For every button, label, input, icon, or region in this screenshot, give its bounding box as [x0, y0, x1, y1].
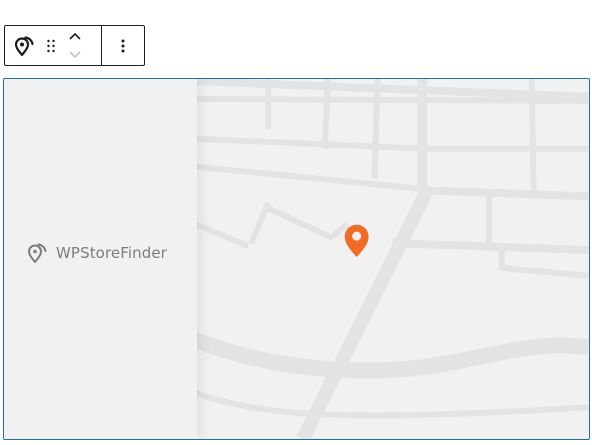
- block-toolbar: [4, 25, 145, 66]
- chevron-up-icon: [69, 32, 81, 40]
- store-locator-pin-icon: [14, 35, 34, 56]
- more-options-button[interactable]: [102, 26, 144, 65]
- block-sidebar: WPStoreFinder: [4, 79, 197, 439]
- store-locator-pin-icon: [28, 243, 47, 263]
- drag-handle-button[interactable]: [43, 26, 59, 65]
- more-vertical-icon: [121, 39, 125, 52]
- chevron-down-icon: [69, 51, 81, 59]
- drag-handle-icon: [47, 39, 55, 52]
- brand: WPStoreFinder: [26, 241, 167, 265]
- block-type-button[interactable]: [5, 26, 43, 65]
- brand-name: WPStoreFinder: [56, 244, 167, 262]
- move-up-button[interactable]: [59, 27, 91, 46]
- move-down-button[interactable]: [59, 46, 91, 65]
- block-toolbar-group: [5, 26, 103, 65]
- block-movers: [59, 26, 91, 65]
- store-finder-block[interactable]: WPStoreFinder: [3, 78, 590, 440]
